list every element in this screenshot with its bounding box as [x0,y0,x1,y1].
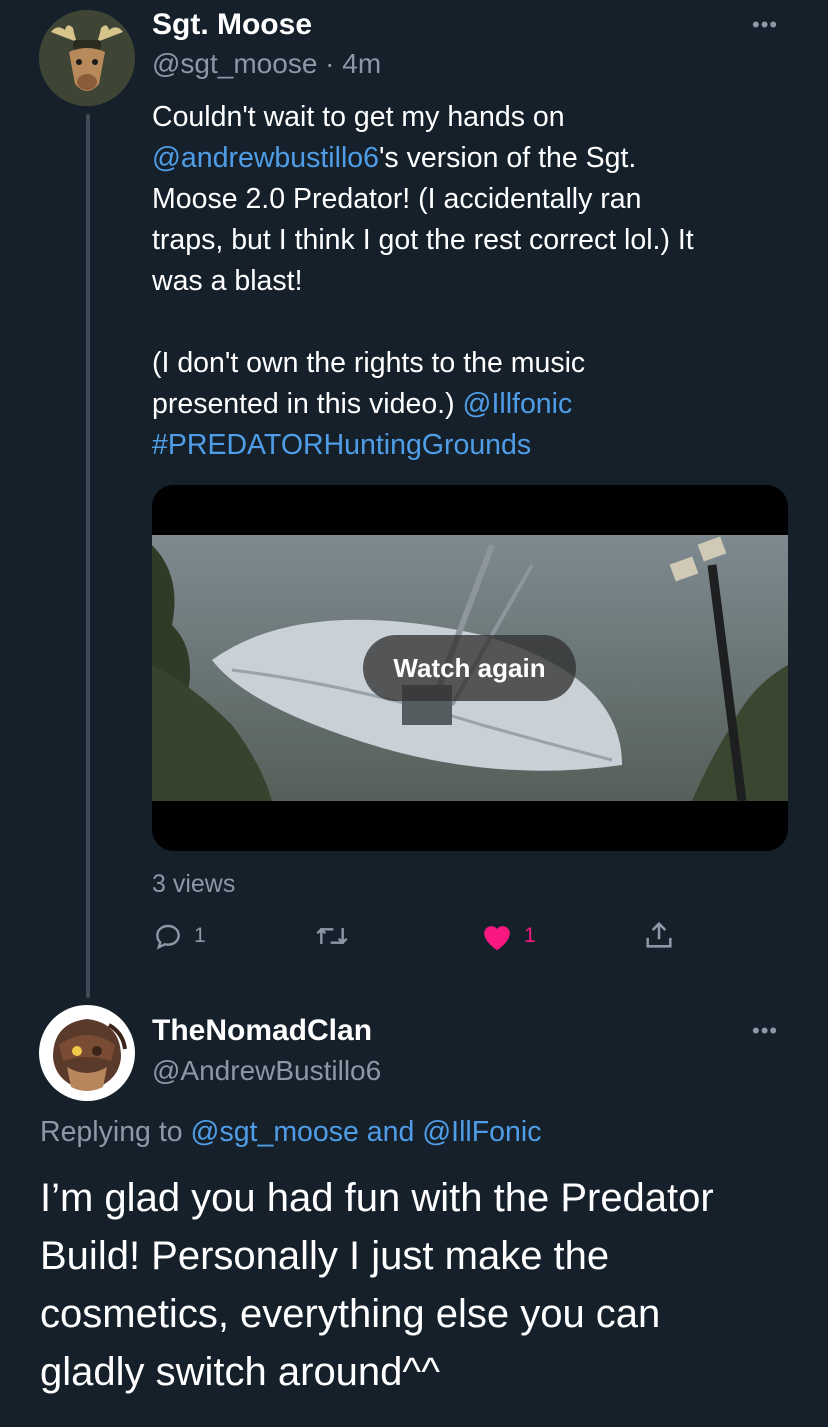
view-count: 3 views [152,870,236,898]
like-count: 1 [524,924,536,947]
tweet-text-line: traps, but I think I got the rest correc… [152,220,802,261]
timestamp[interactable]: 4m [342,48,381,79]
reply-text-line: I’m glad you had fun with the Predator [40,1176,714,1220]
tweet-text-line: Moose 2.0 Predator! (I accidentally ran [152,179,802,220]
heart-icon [484,926,510,951]
tweet-text-segment: was a blast! [152,265,303,297]
reply-text-line: cosmetics, everything else you can [40,1292,661,1336]
more-icon[interactable]: ••• [752,12,778,38]
moose-avatar-image [39,10,135,106]
share-action[interactable] [642,918,676,952]
tweet-text-segment: Moose 2.0 Predator! (I accidentally ran [152,183,642,215]
watch-again-button[interactable]: Watch again [363,635,576,701]
reply-text-line: Build! Personally I just make the [40,1234,610,1278]
tweet-text-line: #PREDATORHuntingGrounds [152,425,802,466]
reply-icon [156,924,180,950]
reply-count: 1 [194,924,206,947]
like-action[interactable]: 1 [480,920,536,952]
mention-link[interactable]: @andrewbustillo6 [152,142,379,174]
replying-to-user-illfonic[interactable]: @IllFonic [422,1116,541,1148]
reply-text: I’m glad you had fun with the Predator Bu… [40,1169,810,1401]
reply-author-handle[interactable]: @AndrewBustillo6 [152,1055,381,1087]
retweet-icon [316,927,348,945]
tweet-text-line: was a blast! [152,261,802,302]
avatar[interactable] [39,10,135,106]
replying-to-user-sgt-moose[interactable]: @sgt_moose [191,1116,359,1148]
video-player[interactable]: Watch again [152,485,788,851]
tweet-text-line: Couldn't wait to get my hands on [152,97,802,138]
tweet-text-line: (I don't own the rights to the music [152,343,802,384]
more-icon[interactable]: ••• [752,1018,778,1044]
tweet-text-segment: presented in this video.) [152,388,463,420]
avatar[interactable] [39,1005,135,1101]
tweet-text-line [152,302,802,343]
author-handle-row: @sgt_moose · 4m [152,48,381,80]
tweet-text: Couldn't wait to get my hands on @andrewb… [152,97,802,466]
hashtag-link[interactable]: #PREDATORHuntingGrounds [152,429,531,461]
tweet-text-segment: traps, but I think I got the rest correc… [152,224,694,256]
author-handle[interactable]: @sgt_moose [152,48,317,79]
separator-dot: · [325,48,335,79]
nomadclan-avatar-image [39,1005,135,1101]
author-name[interactable]: Sgt. Moose [152,8,312,42]
reply-action[interactable]: 1 [152,920,206,952]
share-icon [646,921,672,948]
retweet-action[interactable] [313,920,361,952]
replying-to-prefix: Replying to [40,1116,191,1148]
thread-connector [86,114,90,998]
replying-to: Replying to @sgt_moose and @IllFonic [40,1116,541,1149]
mention-link[interactable]: @Illfonic [463,388,573,420]
tweet-text-line: presented in this video.) @Illfonic [152,384,802,425]
reply-author-name[interactable]: TheNomadClan [152,1014,372,1048]
tweet-text-segment: 's version of the Sgt. [378,142,637,174]
reply-text-line: gladly switch around^^ [40,1350,440,1394]
replying-to-and: and [358,1116,423,1148]
tweet-text-segment: Couldn't wait to get my hands on [152,101,565,133]
tweet-text-segment: (I don't own the rights to the music [152,347,586,379]
tweet-text-line: @andrewbustillo6's version of the Sgt. [152,138,802,179]
